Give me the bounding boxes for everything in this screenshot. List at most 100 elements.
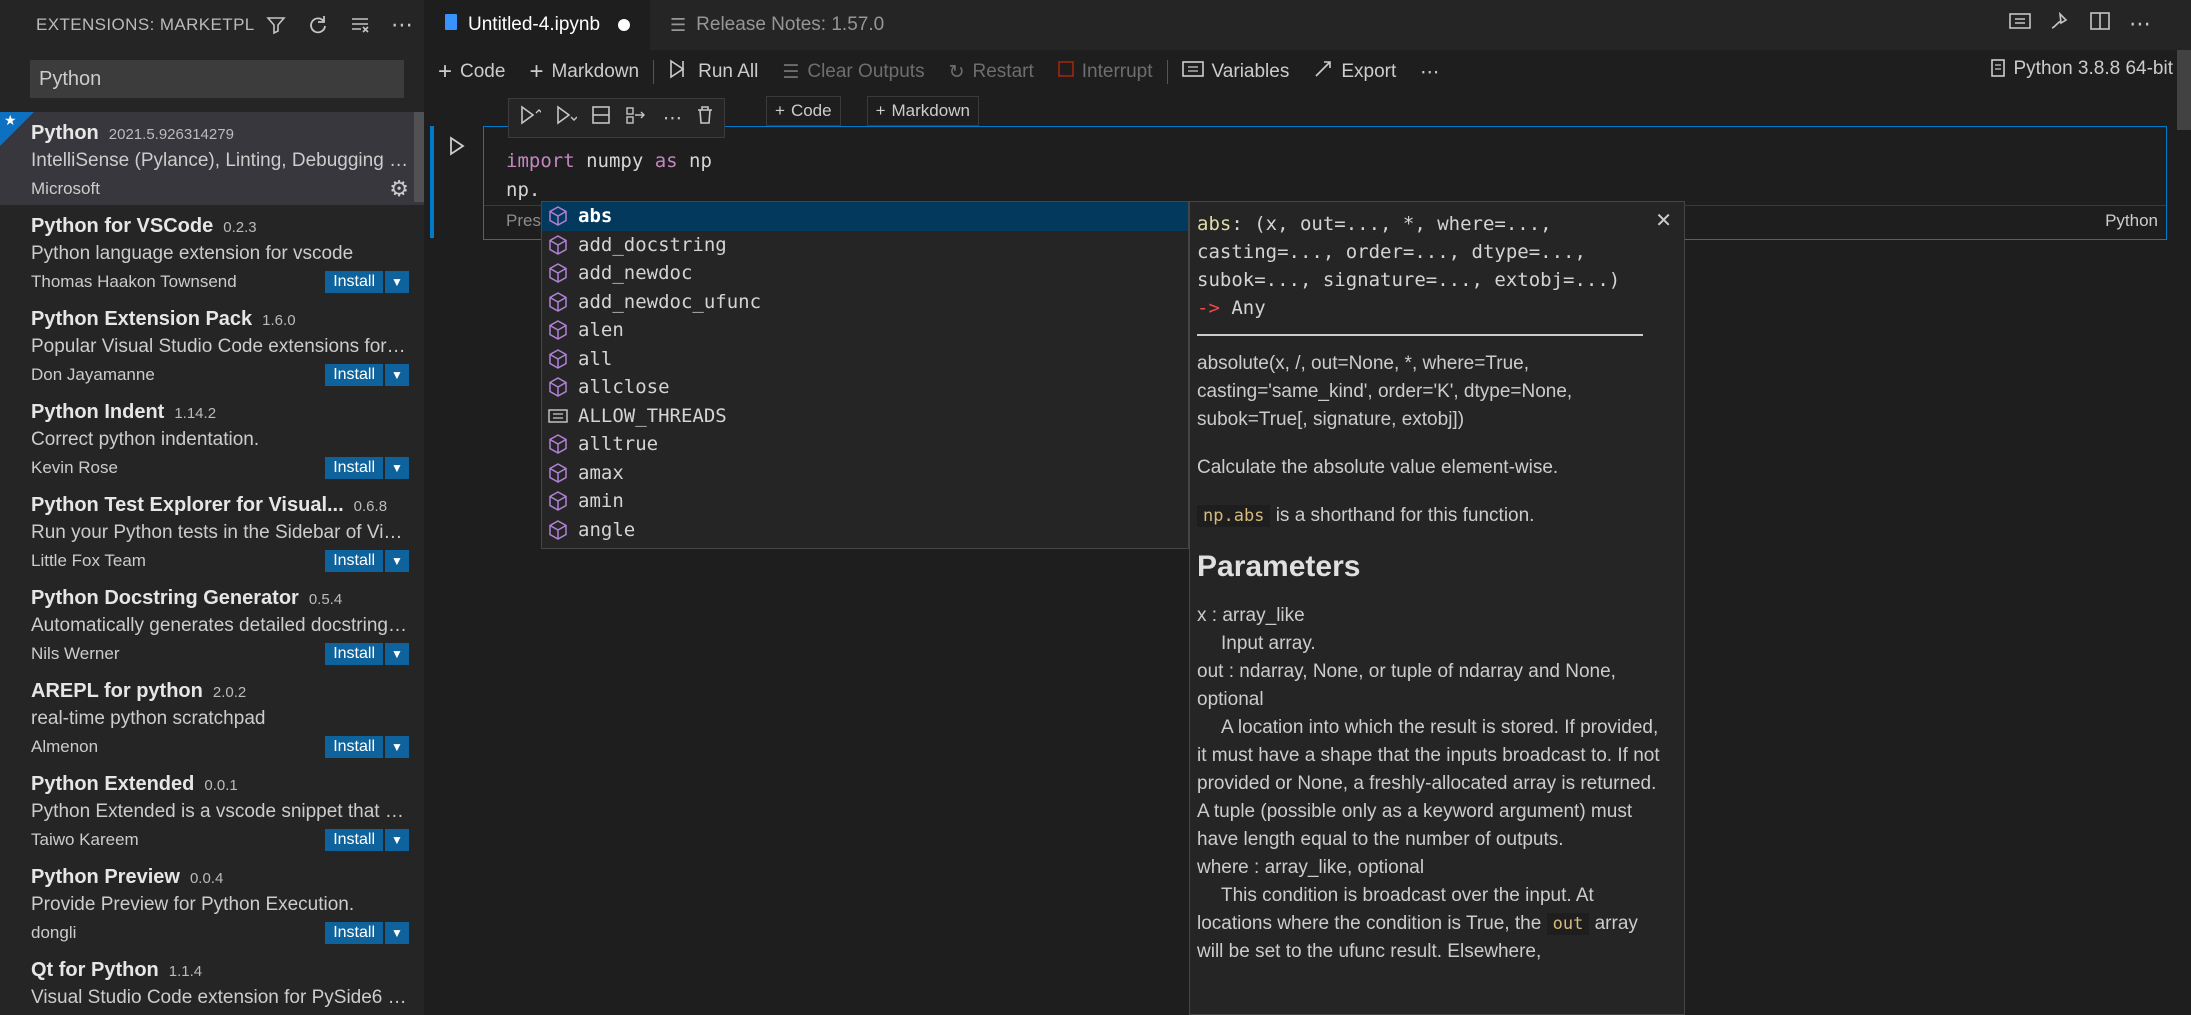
suggestion-item[interactable]: allclose bbox=[542, 373, 1188, 402]
install-dropdown-icon[interactable]: ▼ bbox=[385, 922, 409, 944]
suggestion-item[interactable]: alltrue bbox=[542, 430, 1188, 459]
install-dropdown-icon[interactable]: ▼ bbox=[385, 643, 409, 665]
insert-code-button[interactable]: + Code bbox=[766, 96, 841, 126]
code-keyword: import bbox=[506, 150, 575, 172]
restart-button[interactable]: ↻ Restart bbox=[949, 61, 1034, 84]
export-button[interactable]: Export bbox=[1313, 59, 1396, 85]
install-control: Install ▼ bbox=[325, 550, 409, 572]
filter-icon[interactable] bbox=[262, 11, 290, 39]
install-button[interactable]: Install bbox=[325, 643, 383, 665]
method-cube-icon bbox=[547, 462, 569, 484]
cell-language-picker[interactable]: Python bbox=[2105, 211, 2158, 231]
method-cube-icon bbox=[547, 291, 569, 313]
suggestion-item[interactable]: add_newdoc bbox=[542, 259, 1188, 288]
extensions-search-input[interactable]: Python bbox=[30, 60, 404, 98]
install-button[interactable]: Install bbox=[325, 922, 383, 944]
interrupt-button[interactable]: Interrupt bbox=[1057, 61, 1153, 83]
tab-release-notes[interactable]: ☰ Release Notes: 1.57.0 bbox=[650, 0, 904, 50]
install-button[interactable]: Install bbox=[325, 736, 383, 758]
extension-description: Run your Python tests in the Sidebar of … bbox=[31, 522, 409, 543]
extension-item[interactable]: Python Test Explorer for Visual... 0.6.8 … bbox=[0, 484, 424, 577]
install-button[interactable]: Install bbox=[325, 457, 383, 479]
extension-name: Qt for Python bbox=[31, 959, 159, 981]
extension-publisher: Thomas Haakon Townsend bbox=[31, 272, 237, 291]
toolbar-more-button[interactable]: ⋯ bbox=[1420, 61, 1439, 84]
unsaved-dot-icon[interactable] bbox=[618, 19, 631, 31]
install-button[interactable]: Install bbox=[325, 829, 383, 851]
run-cell-icon[interactable] bbox=[448, 136, 466, 162]
extension-item[interactable]: Python Preview 0.0.4 Provide Preview for … bbox=[0, 856, 424, 949]
suggestion-item[interactable]: abs bbox=[542, 202, 1188, 231]
code-keyword: as bbox=[654, 150, 678, 172]
split-editor-icon[interactable] bbox=[2089, 11, 2111, 37]
restart-label: Restart bbox=[972, 61, 1034, 82]
extension-item[interactable]: Python for VSCode 0.2.3 Python language e… bbox=[0, 205, 424, 298]
extension-description: Popular Visual Studio Code extensions fo… bbox=[31, 336, 409, 357]
split-cell-icon[interactable] bbox=[591, 105, 611, 131]
install-dropdown-icon[interactable]: ▼ bbox=[385, 364, 409, 386]
extension-item[interactable]: AREPL for python 2.0.2 real-time python s… bbox=[0, 670, 424, 763]
add-code-button[interactable]: + Code bbox=[438, 58, 505, 86]
extension-item[interactable]: Python Docstring Generator 0.5.4 Automati… bbox=[0, 577, 424, 670]
insert-markdown-button[interactable]: + Markdown bbox=[866, 96, 979, 126]
extension-item[interactable]: Qt for Python 1.1.4 Visual Studio Code ex… bbox=[0, 949, 424, 1015]
extension-version: 1.14.2 bbox=[174, 405, 217, 422]
method-cube-icon bbox=[547, 262, 569, 284]
suggestion-item[interactable]: add_newdoc_ufunc bbox=[542, 288, 1188, 317]
code-editor[interactable]: import numpy as np np. bbox=[506, 147, 712, 205]
suggestion-item[interactable]: amin bbox=[542, 487, 1188, 516]
suggestion-item[interactable]: ALLOW_THREADS bbox=[542, 402, 1188, 431]
install-button[interactable]: Install bbox=[325, 364, 383, 386]
clear-results-icon[interactable] bbox=[346, 11, 374, 39]
release-notes-icon: ☰ bbox=[670, 14, 687, 35]
kernel-picker[interactable]: Python 3.8.8 64-bit bbox=[1990, 58, 2173, 84]
delete-cell-icon[interactable] bbox=[696, 105, 714, 131]
run-above-icon[interactable] bbox=[519, 104, 543, 132]
more-cell-actions-icon[interactable]: ⋯ bbox=[663, 107, 682, 130]
suggestion-item[interactable]: angle bbox=[542, 516, 1188, 545]
install-dropdown-icon[interactable]: ▼ bbox=[385, 550, 409, 572]
extension-item[interactable]: Python Indent 1.14.2 Correct python inden… bbox=[0, 391, 424, 484]
kernel-icon[interactable] bbox=[2049, 11, 2071, 37]
install-dropdown-icon[interactable]: ▼ bbox=[385, 829, 409, 851]
cell-status-hint: Pres bbox=[506, 211, 541, 230]
join-cells-icon[interactable] bbox=[625, 105, 649, 131]
tab-untitled-notebook[interactable]: Untitled-4.ipynb bbox=[424, 0, 651, 50]
signature-line: : (x, out=..., *, where=..., bbox=[1231, 213, 1552, 235]
extension-publisher: dongli bbox=[31, 923, 77, 942]
run-all-button[interactable]: Run All bbox=[668, 59, 758, 85]
add-markdown-button[interactable]: + Markdown bbox=[529, 58, 639, 86]
editor-scrollbar[interactable] bbox=[2177, 50, 2191, 130]
suggestion-label: add_newdoc_ufunc bbox=[578, 290, 762, 313]
install-dropdown-icon[interactable]: ▼ bbox=[385, 271, 409, 293]
more-actions-icon[interactable]: ⋯ bbox=[388, 11, 416, 39]
absolute-signature-text: absolute(x, /, out=None, *, where=True, … bbox=[1197, 353, 1573, 430]
suggestion-label: all bbox=[578, 347, 613, 370]
variables-button[interactable]: Variables bbox=[1181, 60, 1289, 84]
sidebar-header: EXTENSIONS: MARKETPLA... ⋯ bbox=[0, 0, 424, 50]
extension-item-python[interactable]: ★ Python 2021.5.926314279 IntelliSense (P… bbox=[0, 112, 424, 205]
tab-label: Untitled-4.ipynb bbox=[468, 14, 601, 35]
variables-view-icon[interactable] bbox=[2009, 11, 2031, 37]
install-button[interactable]: Install bbox=[325, 271, 383, 293]
sidebar-scrollbar[interactable] bbox=[414, 112, 424, 202]
code-token: numpy bbox=[574, 150, 655, 172]
return-type: Any bbox=[1219, 297, 1266, 319]
install-button[interactable]: Install bbox=[325, 550, 383, 572]
suggestion-item[interactable]: add_docstring bbox=[542, 231, 1188, 260]
clear-outputs-button[interactable]: ☰ Clear Outputs bbox=[782, 61, 924, 84]
install-dropdown-icon[interactable]: ▼ bbox=[385, 736, 409, 758]
extension-item[interactable]: Python Extension Pack 1.6.0 Popular Visua… bbox=[0, 298, 424, 391]
refresh-icon[interactable] bbox=[304, 11, 332, 39]
manage-gear-icon[interactable]: ⚙ bbox=[389, 176, 409, 202]
notebook-file-icon bbox=[444, 13, 458, 37]
close-icon[interactable]: ✕ bbox=[1655, 208, 1672, 233]
suggestion-item[interactable]: all bbox=[542, 345, 1188, 374]
suggestion-item[interactable]: alen bbox=[542, 316, 1188, 345]
run-below-icon[interactable] bbox=[555, 104, 578, 132]
install-dropdown-icon[interactable]: ▼ bbox=[385, 457, 409, 479]
more-actions-icon[interactable]: ⋯ bbox=[2129, 11, 2151, 37]
extension-item[interactable]: Python Extended 0.0.1 Python Extended is … bbox=[0, 763, 424, 856]
suggestion-item[interactable]: amax bbox=[542, 459, 1188, 488]
extension-publisher: Don Jayamanne bbox=[31, 365, 155, 384]
